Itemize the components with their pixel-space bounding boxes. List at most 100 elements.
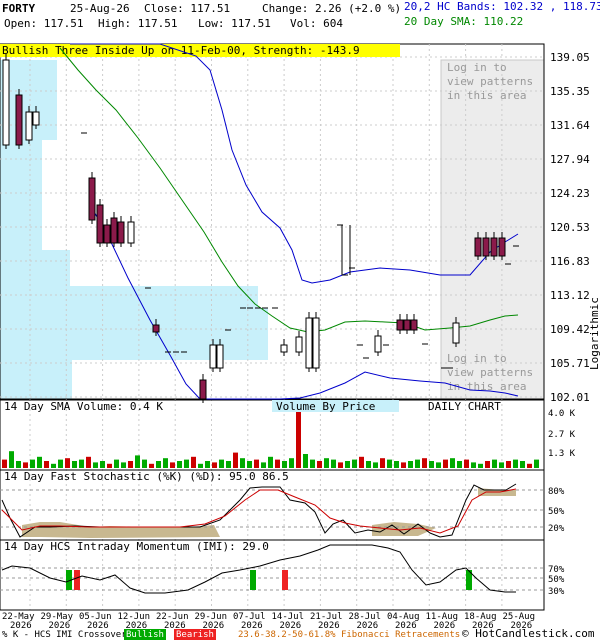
- volume-bar: [282, 461, 287, 468]
- volume-bar: [380, 458, 385, 468]
- candle-body: [374, 335, 382, 353]
- price-tick-label: 116.83: [550, 255, 590, 268]
- candle-body: [295, 336, 303, 353]
- volume-bar: [401, 462, 406, 468]
- price-tick-label: 105.71: [550, 357, 590, 370]
- volume-bar: [443, 459, 448, 468]
- volume-bar: [58, 459, 63, 468]
- footer-bearish: Bearish: [176, 630, 214, 640]
- volume-bar: [492, 459, 497, 468]
- footer-copyright[interactable]: © HotCandlestick.com: [462, 627, 595, 640]
- vbp-bar-2: [0, 250, 70, 286]
- volume-axis: 4.0 K 2.7 K 1.3 K: [548, 409, 576, 459]
- volume-bar: [527, 463, 532, 468]
- volume-bar: [37, 456, 42, 468]
- price-tick-label: 124.23: [550, 187, 590, 200]
- login-text-top-3[interactable]: in this area: [447, 89, 526, 102]
- volume-bar: [534, 459, 539, 468]
- high-value: High: 117.51: [98, 17, 177, 30]
- price-axis: 139.05 135.35 131.64 127.94 124.23 120.53 116.…: [550, 51, 590, 404]
- login-text-bottom-2[interactable]: view patterns: [447, 366, 533, 379]
- volume-bar: [499, 462, 504, 468]
- volume-bar: [128, 461, 133, 468]
- candle-body: [410, 319, 418, 331]
- candle-body: [498, 237, 506, 257]
- stoch-tick-label: 80%: [548, 487, 565, 497]
- volume-bar: [513, 459, 518, 468]
- candle-body: [127, 221, 135, 244]
- volume-bar: [149, 463, 154, 468]
- volume-bar: [408, 461, 413, 468]
- sma-value: 20 Day SMA: 110.22: [404, 15, 523, 28]
- imi-bear-bar-1: [74, 570, 80, 590]
- vbp-bar-4: [0, 308, 268, 360]
- volume-bar: [184, 459, 189, 468]
- volume-bar: [198, 463, 203, 468]
- volume-bar: [9, 451, 14, 468]
- volume-bar: [485, 461, 490, 468]
- volume-bar: [254, 459, 259, 468]
- volume-bar: [331, 459, 336, 468]
- vbp-bar-1: [0, 140, 42, 250]
- footer-bullish: Bullish: [126, 630, 164, 640]
- volume-bar: [324, 458, 329, 468]
- volume-bar: [359, 456, 364, 468]
- change-value: Change: 2.26 (+2.0 %): [262, 2, 401, 15]
- volume-bar: [191, 456, 196, 468]
- candle-body: [305, 317, 313, 369]
- candle-body: [312, 317, 320, 369]
- login-text-bottom-1[interactable]: Log in to: [447, 352, 507, 365]
- candle-body: [117, 221, 125, 244]
- candle-body: [216, 344, 224, 369]
- price-tick-label: 135.35: [550, 85, 590, 98]
- bands-value: 20,2 HC Bands: 102.32 , 118.73: [404, 0, 600, 13]
- price-tick-label: 102.01: [550, 391, 590, 404]
- volume-bar: [352, 459, 357, 468]
- volume-bar: [16, 461, 21, 468]
- imi-tick-label: 50%: [548, 575, 565, 585]
- volume-bar: [86, 456, 91, 468]
- login-zone[interactable]: [440, 59, 545, 400]
- daily-title: DAILY CHART: [428, 400, 501, 413]
- volume-bar: [135, 455, 140, 468]
- vbp-title: Volume By Price: [276, 400, 375, 413]
- price-tick-label: 139.05: [550, 51, 590, 64]
- volume-bar: [226, 461, 231, 468]
- stoch-d-line: [1, 488, 517, 534]
- login-text-top-1[interactable]: Log in to: [447, 61, 507, 74]
- login-text-top-2[interactable]: view patterns: [447, 75, 533, 88]
- volume-bar: [30, 459, 35, 468]
- close-value: Close: 117.51: [144, 2, 230, 15]
- volume-bar: [44, 461, 49, 468]
- volume-bar: [163, 458, 168, 468]
- price-tick-label: 109.42: [550, 323, 590, 336]
- volume-bar: [240, 458, 245, 468]
- imi-bear-bar-2: [282, 570, 288, 590]
- volume-bar: [2, 459, 7, 468]
- volume-bar: [422, 458, 427, 468]
- volume-bar: [436, 462, 441, 468]
- volume-bar: [338, 462, 343, 468]
- imi-tick-label: 70%: [548, 565, 565, 575]
- candle-body: [32, 111, 40, 126]
- candle-body: [452, 322, 460, 344]
- volume-bar: [233, 452, 238, 468]
- candle-body: [88, 177, 96, 221]
- volume-bar: [65, 458, 70, 468]
- price-tick-label: 120.53: [550, 221, 590, 234]
- volume-bar: [93, 462, 98, 468]
- date: 25-Aug-26: [70, 2, 130, 15]
- volume-bar: [268, 456, 273, 468]
- volume-bar: [72, 461, 77, 468]
- candle-body: [396, 319, 404, 331]
- volume-bar: [345, 461, 350, 468]
- stoch-fill-1: [22, 522, 220, 538]
- volume-bar: [478, 463, 483, 468]
- volume-bar: [450, 458, 455, 468]
- volume-bar: [310, 459, 315, 468]
- stoch-tick-label: 20%: [548, 524, 565, 534]
- candle-body: [25, 111, 33, 141]
- volume-bar: [415, 459, 420, 468]
- volume-bar: [23, 462, 28, 468]
- candle-body: [96, 204, 104, 244]
